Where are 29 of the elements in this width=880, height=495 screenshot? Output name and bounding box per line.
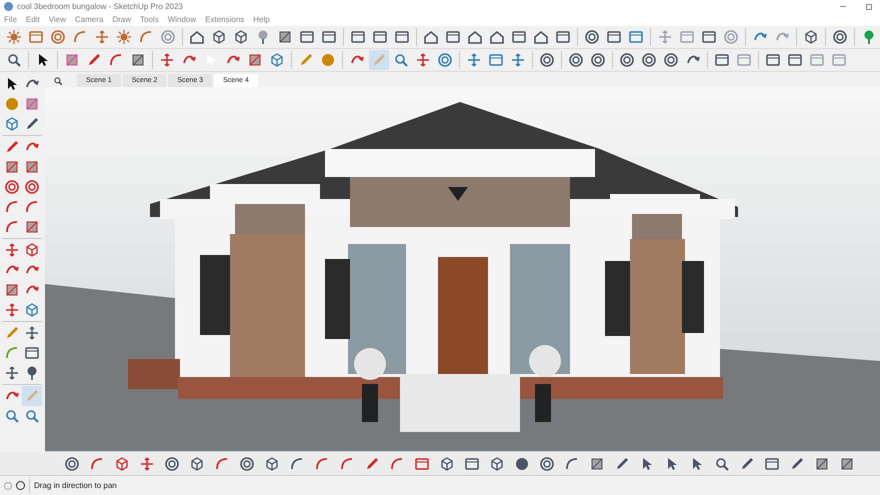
menu-item[interactable]: Window bbox=[168, 16, 196, 24]
menu-item[interactable]: Extensions bbox=[205, 16, 244, 24]
menu-item[interactable]: Help bbox=[253, 16, 270, 24]
sun-icon[interactable] bbox=[4, 27, 24, 47]
menu-item[interactable]: File bbox=[4, 16, 17, 24]
ring-icon[interactable] bbox=[22, 177, 42, 197]
menu-item[interactable]: Edit bbox=[26, 16, 40, 24]
app-logo-icon bbox=[4, 2, 13, 11]
ring-icon[interactable] bbox=[588, 50, 608, 70]
menu-item[interactable]: Tools bbox=[140, 16, 159, 24]
maximize-icon[interactable] bbox=[866, 4, 872, 10]
ring-icon[interactable] bbox=[582, 27, 602, 47]
menu-item[interactable]: View bbox=[48, 16, 66, 24]
sun-icon[interactable] bbox=[114, 27, 134, 47]
ring-icon[interactable] bbox=[2, 177, 22, 197]
ring-icon[interactable] bbox=[435, 50, 455, 70]
ring-icon[interactable] bbox=[537, 50, 557, 70]
3d-viewport[interactable] bbox=[45, 87, 880, 452]
ring-icon[interactable] bbox=[639, 50, 659, 70]
search-icon[interactable] bbox=[53, 75, 63, 87]
status-text: Drag in direction to pan bbox=[34, 480, 117, 492]
menu-item[interactable]: Camera bbox=[74, 16, 104, 24]
info-icon[interactable] bbox=[16, 481, 25, 490]
window-title: cool 3bedroom bungalow - SketchUp Pro 2023 bbox=[17, 2, 183, 10]
ring-icon[interactable] bbox=[566, 50, 586, 70]
menu-item[interactable]: Draw bbox=[112, 16, 132, 24]
ring-icon[interactable] bbox=[661, 50, 681, 70]
ring-icon[interactable] bbox=[830, 27, 850, 47]
ring-icon[interactable] bbox=[617, 50, 637, 70]
